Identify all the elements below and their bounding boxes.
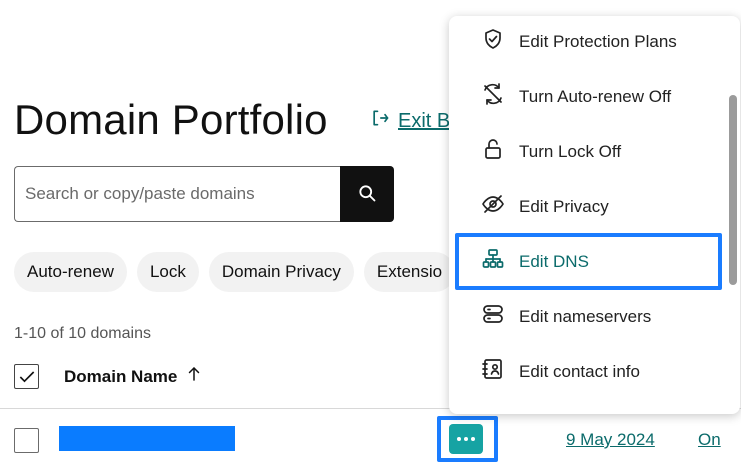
more-actions-button[interactable]: [449, 424, 483, 454]
table-row: 9 May 2024 On: [0, 416, 741, 462]
menu-focus-highlight: [455, 233, 722, 290]
filter-chip-auto-renew[interactable]: Auto-renew: [14, 252, 127, 292]
server-icon: [481, 302, 505, 331]
results-count: 1-10 of 10 domains: [14, 325, 151, 342]
expiration-date-link[interactable]: 9 May 2024: [566, 430, 655, 450]
menu-item-turn-lock-off[interactable]: Turn Lock Off: [449, 124, 719, 179]
menu-item-edit-nameservers[interactable]: Edit nameservers: [449, 289, 719, 344]
menu-scrollbar[interactable]: [729, 95, 737, 285]
exit-link[interactable]: Exit B: [370, 108, 450, 134]
eye-off-icon: [481, 192, 505, 221]
page-title: Domain Portfolio: [14, 96, 328, 143]
row-checkbox[interactable]: [14, 428, 39, 453]
menu-item-edit-protection-plans[interactable]: Edit Protection Plans: [449, 16, 719, 69]
menu-item-turn-auto-renew-off[interactable]: Turn Auto-renew Off: [449, 69, 719, 124]
menu-item-edit-contact-info[interactable]: Edit contact info: [449, 344, 719, 399]
search-bar: [14, 166, 394, 222]
search-button[interactable]: [340, 166, 394, 222]
select-all-checkbox[interactable]: [14, 364, 39, 389]
redacted-domain-name: [59, 426, 235, 451]
column-header-domain-name[interactable]: Domain Name: [64, 367, 177, 387]
filter-chips: Auto-renew Lock Domain Privacy Extensio: [14, 252, 456, 292]
table-header: Domain Name: [14, 364, 203, 389]
contact-card-icon: [481, 357, 505, 386]
exit-icon: [370, 108, 390, 134]
menu-item-edit-privacy[interactable]: Edit Privacy: [449, 179, 719, 234]
filter-chip-lock[interactable]: Lock: [136, 252, 199, 292]
filter-chip-extension[interactable]: Extensio: [363, 252, 456, 292]
exit-link-label[interactable]: Exit B: [398, 110, 450, 133]
auto-renew-status-link[interactable]: On: [698, 430, 721, 450]
domain-actions-menu: Edit Protection Plans Turn Auto-renew Of…: [449, 16, 740, 414]
search-input[interactable]: [14, 166, 340, 222]
shield-check-icon: [481, 27, 505, 56]
sort-ascending-icon[interactable]: [177, 365, 203, 388]
search-icon: [357, 183, 377, 206]
filter-chip-domain-privacy[interactable]: Domain Privacy: [208, 252, 354, 292]
lock-open-icon: [481, 137, 505, 166]
sync-off-icon: [481, 82, 505, 111]
checkmark-icon: [19, 370, 34, 382]
more-dots-icon: [457, 437, 461, 441]
